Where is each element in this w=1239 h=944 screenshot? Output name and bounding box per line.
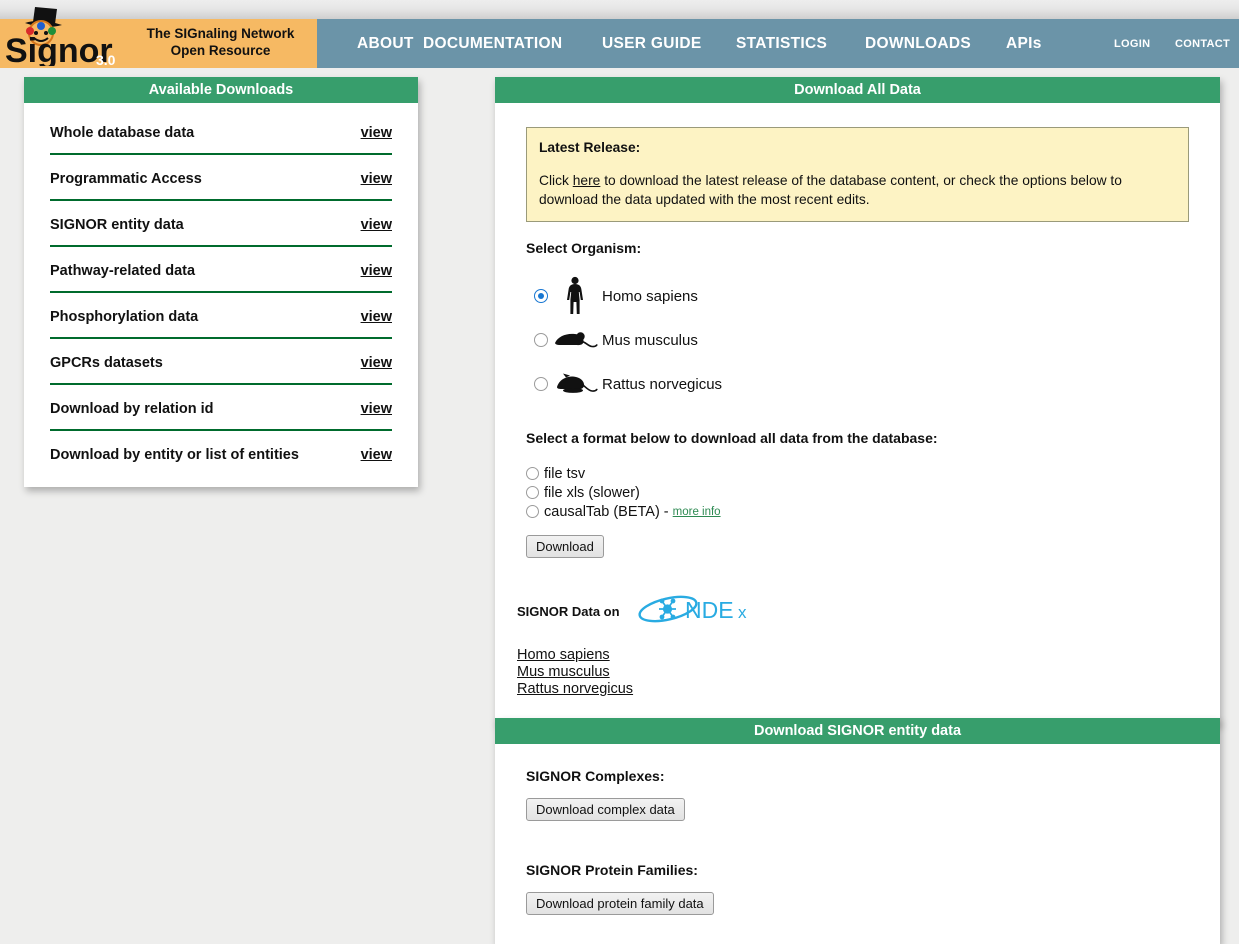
download-all-data-title: Download All Data <box>495 77 1220 103</box>
organism-radio-rattus-norvegicus[interactable] <box>534 377 548 392</box>
download-entity-data-body: SIGNOR Complexes: Download complex data … <box>495 744 1220 944</box>
organism-label-homo-sapiens: Homo sapiens <box>602 287 698 305</box>
view-link[interactable]: view <box>361 263 392 279</box>
release-text-before: Click <box>539 173 573 189</box>
organism-radio-mus-musculus[interactable] <box>534 333 548 348</box>
available-downloads-title: Available Downloads <box>24 77 418 103</box>
browser-chrome-strip <box>0 0 1239 20</box>
view-link[interactable]: view <box>361 309 392 325</box>
organism-label-mus-musculus: Mus musculus <box>602 331 698 349</box>
organism-option-homo-sapiens[interactable]: Homo sapiens <box>526 274 1189 318</box>
latest-release-heading: Latest Release: <box>539 140 641 155</box>
download-item-label: Download by relation id <box>50 401 214 417</box>
latest-release-here-link[interactable]: here <box>573 173 601 188</box>
download-item-label: Pathway-related data <box>50 263 196 279</box>
format-radio-file-xls[interactable] <box>526 486 539 500</box>
nav-login[interactable]: LOGIN <box>1114 19 1150 68</box>
nav-about[interactable]: ABOUT <box>357 19 414 68</box>
list-item[interactable]: GPCRs datasets view <box>50 355 392 385</box>
download-all-data-panel: Download All Data Latest Release: Click … <box>495 77 1220 725</box>
view-link[interactable]: view <box>361 355 392 371</box>
format-label-file-tsv: file tsv <box>544 465 586 482</box>
download-item-label: Whole database data <box>50 125 195 141</box>
download-item-label: Download by entity or list of entities <box>50 447 299 463</box>
ndex-link-rattus-norvegicus[interactable]: Rattus norvegicus <box>517 681 1189 698</box>
list-item[interactable]: Programmatic Access view <box>50 171 392 201</box>
download-all-data-body: Latest Release: Click here to download t… <box>495 103 1220 725</box>
list-item[interactable]: Whole database data view <box>50 125 392 155</box>
format-option-file-tsv[interactable]: file tsv <box>526 464 1189 483</box>
view-link[interactable]: view <box>361 171 392 187</box>
page-content: Available Downloads Whole database data … <box>0 68 1239 944</box>
site-header: Signor 3.0 The SIGnaling Network Open Re… <box>0 7 1239 68</box>
available-downloads-list: Whole database data view Programmatic Ac… <box>24 103 418 487</box>
download-protein-family-data-button[interactable]: Download protein family data <box>526 892 714 915</box>
view-link[interactable]: view <box>361 217 392 233</box>
list-item[interactable]: SIGNOR entity data view <box>50 217 392 247</box>
format-radio-group: file tsv file xls (slower) causalTab (BE… <box>526 464 1189 521</box>
tagline-line-2: Open Resource <box>170 42 271 58</box>
nav-documentation[interactable]: DOCUMENTATION <box>423 19 562 68</box>
site-tagline: The SIGnaling Network Open Resource <box>133 26 308 60</box>
download-item-label: Programmatic Access <box>50 171 202 187</box>
download-item-label: GPCRs datasets <box>50 355 163 371</box>
tagline-line-1: The SIGnaling Network <box>146 26 295 41</box>
select-organism-label: Select Organism: <box>526 240 642 257</box>
nav-downloads[interactable]: DOWNLOADS <box>865 19 971 68</box>
organism-radio-group: Homo sapiens Mus musculus Rattus norvegi… <box>526 274 1189 406</box>
svg-text:x: x <box>738 603 747 622</box>
organism-option-rattus-norvegicus[interactable]: Rattus norvegicus <box>526 362 1189 406</box>
download-complex-data-button[interactable]: Download complex data <box>526 798 685 821</box>
format-label-file-xls: file xls (slower) <box>544 484 640 501</box>
list-item[interactable]: Download by relation id view <box>50 401 392 431</box>
nav-apis[interactable]: APIs <box>1006 19 1042 68</box>
signor-complexes-label: SIGNOR Complexes: <box>526 768 665 784</box>
logo-version: 3.0 <box>96 52 116 68</box>
nav-user-guide[interactable]: USER GUIDE <box>602 19 701 68</box>
latest-release-note: Latest Release: Click here to download t… <box>526 127 1189 223</box>
view-link[interactable]: view <box>361 401 392 417</box>
ndex-links: Homo sapiens Mus musculus Rattus norvegi… <box>517 647 1189 698</box>
list-item[interactable]: Phosphorylation data view <box>50 309 392 339</box>
ndex-label: SIGNOR Data on <box>517 604 620 620</box>
select-format-label: Select a format below to download all da… <box>526 430 938 447</box>
download-item-label: SIGNOR entity data <box>50 217 184 233</box>
causaltab-more-info-link[interactable]: more info <box>673 506 721 518</box>
download-entity-data-panel: Download SIGNOR entity data SIGNOR Compl… <box>495 718 1220 944</box>
list-item[interactable]: Pathway-related data view <box>50 263 392 293</box>
ndex-row: SIGNOR Data on NDE x <box>517 594 1189 629</box>
download-button[interactable]: Download <box>526 535 604 559</box>
view-link[interactable]: view <box>361 125 392 141</box>
download-entity-data-title: Download SIGNOR entity data <box>495 718 1220 744</box>
format-label-causaltab: causalTab (BETA) - <box>544 503 669 520</box>
human-icon <box>548 276 602 316</box>
nav-contact[interactable]: CONTACT <box>1175 19 1230 68</box>
organism-label-rattus-norvegicus: Rattus norvegicus <box>602 375 723 393</box>
ndex-link-mus-musculus[interactable]: Mus musculus <box>517 664 1189 681</box>
format-option-file-xls[interactable]: file xls (slower) <box>526 483 1189 502</box>
format-radio-file-tsv[interactable] <box>526 467 539 481</box>
organism-option-mus-musculus[interactable]: Mus musculus <box>526 318 1189 362</box>
svg-text:NDE: NDE <box>685 597 734 623</box>
release-text-after: to download the latest release of the da… <box>539 173 1122 208</box>
available-downloads-panel: Available Downloads Whole database data … <box>24 77 418 487</box>
format-radio-causaltab[interactable] <box>526 505 539 519</box>
list-item[interactable]: Download by entity or list of entities v… <box>50 447 392 463</box>
organism-radio-homo-sapiens[interactable] <box>534 289 548 304</box>
rat-icon <box>548 373 602 395</box>
ndex-link-homo-sapiens[interactable]: Homo sapiens <box>517 647 1189 664</box>
signor-protein-families-label: SIGNOR Protein Families: <box>526 862 698 878</box>
download-item-label: Phosphorylation data <box>50 309 199 325</box>
nav-statistics[interactable]: STATISTICS <box>736 19 827 68</box>
ndex-logo-icon[interactable]: NDE x <box>637 594 759 629</box>
format-option-causaltab[interactable]: causalTab (BETA) - more info <box>526 502 1189 521</box>
main-navigation: ABOUT DOCUMENTATION USER GUIDE STATISTIC… <box>317 19 1239 68</box>
view-link[interactable]: view <box>361 447 392 463</box>
mouse-icon <box>548 330 602 350</box>
